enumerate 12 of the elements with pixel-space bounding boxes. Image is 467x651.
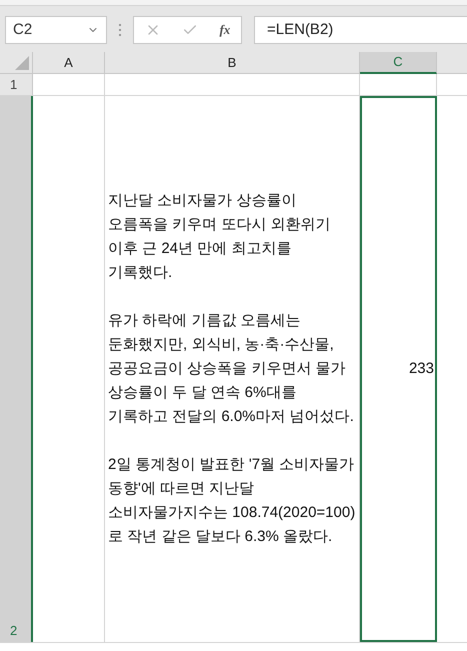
- table-cell[interactable]: 233: [360, 96, 437, 642]
- row-header[interactable]: 2: [0, 96, 33, 642]
- column-header[interactable]: C: [360, 52, 437, 74]
- insert-function-button[interactable]: fx: [219, 20, 230, 40]
- select-all-corner[interactable]: [0, 52, 33, 74]
- column-header[interactable]: B: [105, 52, 360, 74]
- row-header[interactable]: 1: [0, 74, 33, 95]
- formula-field[interactable]: =LEN(B2): [254, 16, 467, 44]
- name-box[interactable]: C2: [5, 16, 107, 44]
- column-header[interactable]: A: [33, 52, 105, 74]
- corner-triangle-icon: [15, 56, 29, 70]
- table-cell-text: 지난달 소비자물가 상승률이 오름폭을 키우며 또다시 외환위기 이후 근 24년 만에 최고치를 기록했다. 유가 하락에 기름값 오름세는 둔화했지만, 외식비, 농·축·수산물, 공공요금이 상승폭을 키우면서 물가 상승률이 두 달 연속 6%대를 기록하고 전달의 6.0%마저 넘어섰다. 2일 통계청이 발표한 '7월 소비자물가 동향'에 따르면 지난달 소비자물가지수는 108.74(2020=100)로 작년 같은 달보다 6.3% 올랐다.: [108, 191, 356, 547]
